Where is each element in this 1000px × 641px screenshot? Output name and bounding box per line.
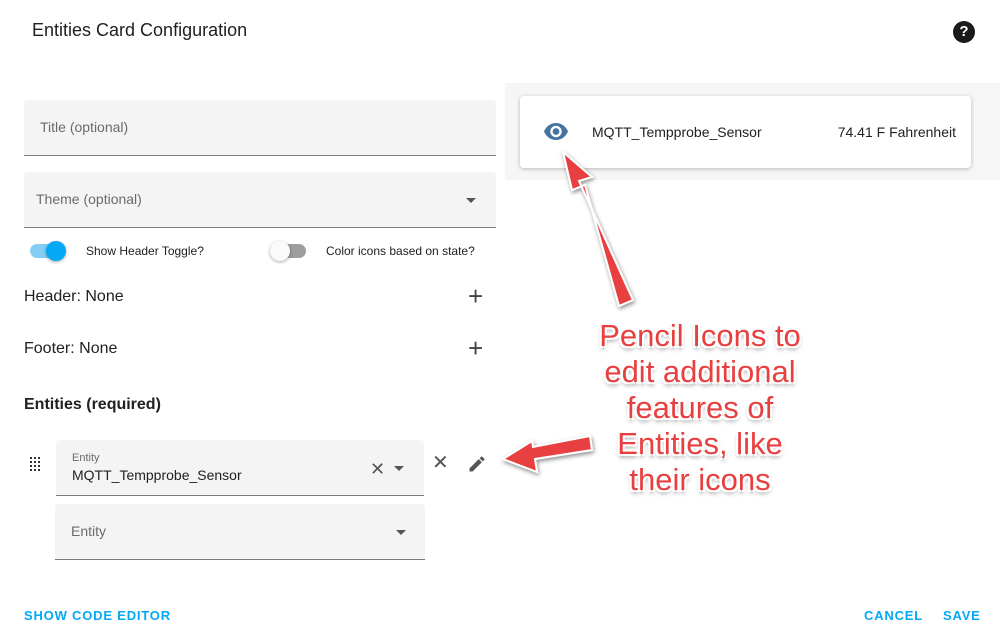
- annotation-line: Entities, like: [617, 426, 783, 461]
- annotation-line: Pencil Icons to: [599, 318, 801, 353]
- cancel-button[interactable]: CANCEL: [864, 608, 923, 623]
- save-button[interactable]: SAVE: [943, 608, 981, 623]
- annotation-line: features of: [626, 390, 774, 425]
- annotation-text: Pencil Icons to edit additional features…: [575, 318, 825, 498]
- arrow-to-eye-icon: [561, 149, 635, 308]
- annotation-line: edit additional: [604, 354, 796, 389]
- show-code-editor-button[interactable]: SHOW CODE EDITOR: [24, 608, 171, 623]
- annotation-arrows: [500, 149, 635, 474]
- annotation-line: their icons: [629, 462, 771, 497]
